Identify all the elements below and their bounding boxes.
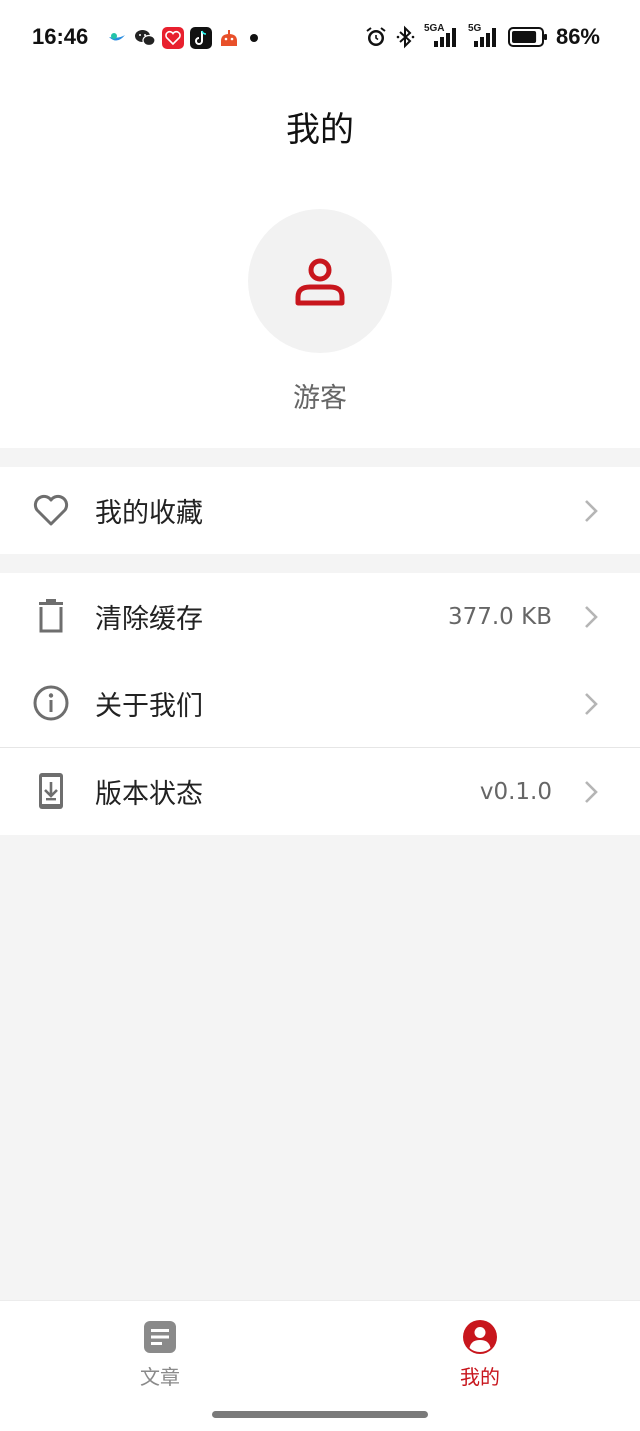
alarm-icon	[366, 27, 386, 46]
chevron-right-icon	[585, 781, 598, 803]
bird-app-icon	[106, 27, 128, 49]
taobao-icon	[218, 27, 240, 49]
chevron-right-icon	[585, 606, 598, 628]
menu-group-favorites: 我的收藏	[0, 467, 640, 554]
menu-group-settings: 清除缓存 377.0 KB 关于我们 版本状态 v0.1.0	[0, 573, 640, 835]
menu-item-label: 关于我们	[95, 691, 203, 722]
status-time: 16:46	[32, 24, 89, 49]
battery-icon	[507, 27, 547, 47]
phone-download-icon	[39, 773, 63, 809]
home-indicator[interactable]	[212, 1411, 428, 1418]
avatar[interactable]	[248, 209, 392, 353]
tab-profile[interactable]: 我的	[430, 1319, 530, 1390]
version-value: v0.1.0	[479, 778, 552, 805]
bluetooth-icon	[396, 25, 415, 49]
tiktok-icon	[190, 27, 212, 49]
page-title: 我的	[286, 110, 354, 150]
trash-icon	[39, 599, 63, 633]
menu-item-label: 我的收藏	[95, 498, 203, 529]
status-bar: 16:46 5GA 5G 86%	[0, 0, 640, 76]
user-icon	[295, 258, 345, 306]
tab-articles[interactable]: 文章	[110, 1319, 210, 1390]
cache-size-value: 377.0 KB	[447, 603, 552, 630]
notification-icons	[106, 27, 258, 49]
menu-item-clear-cache[interactable]: 清除缓存 377.0 KB	[0, 573, 640, 660]
chevron-right-icon	[585, 500, 598, 522]
menu-item-favorites[interactable]: 我的收藏	[0, 467, 640, 554]
menu-item-about-us[interactable]: 关于我们	[0, 660, 640, 747]
info-icon	[33, 685, 69, 721]
wechat-icon	[134, 27, 156, 49]
heart-app-icon	[162, 27, 184, 49]
chevron-right-icon	[585, 693, 598, 715]
system-status: 5GA 5G 86%	[364, 23, 600, 50]
username[interactable]: 游客	[0, 376, 640, 415]
battery-percent: 86%	[555, 24, 600, 49]
more-dot-icon	[250, 34, 258, 42]
tab-label: 文章	[140, 1365, 180, 1389]
tab-label: 我的	[460, 1365, 500, 1389]
article-icon	[144, 1321, 176, 1353]
signal-5g-icon: 5G	[468, 23, 500, 49]
menu-item-label: 清除缓存	[95, 604, 203, 635]
menu-item-label: 版本状态	[95, 779, 203, 810]
heart-outline-icon	[33, 494, 69, 526]
menu-item-version-status[interactable]: 版本状态 v0.1.0	[0, 748, 640, 835]
profile-icon	[463, 1320, 497, 1354]
profile-header: 我的 游客	[0, 76, 640, 448]
signal-5ga-icon: 5GA	[424, 23, 460, 49]
